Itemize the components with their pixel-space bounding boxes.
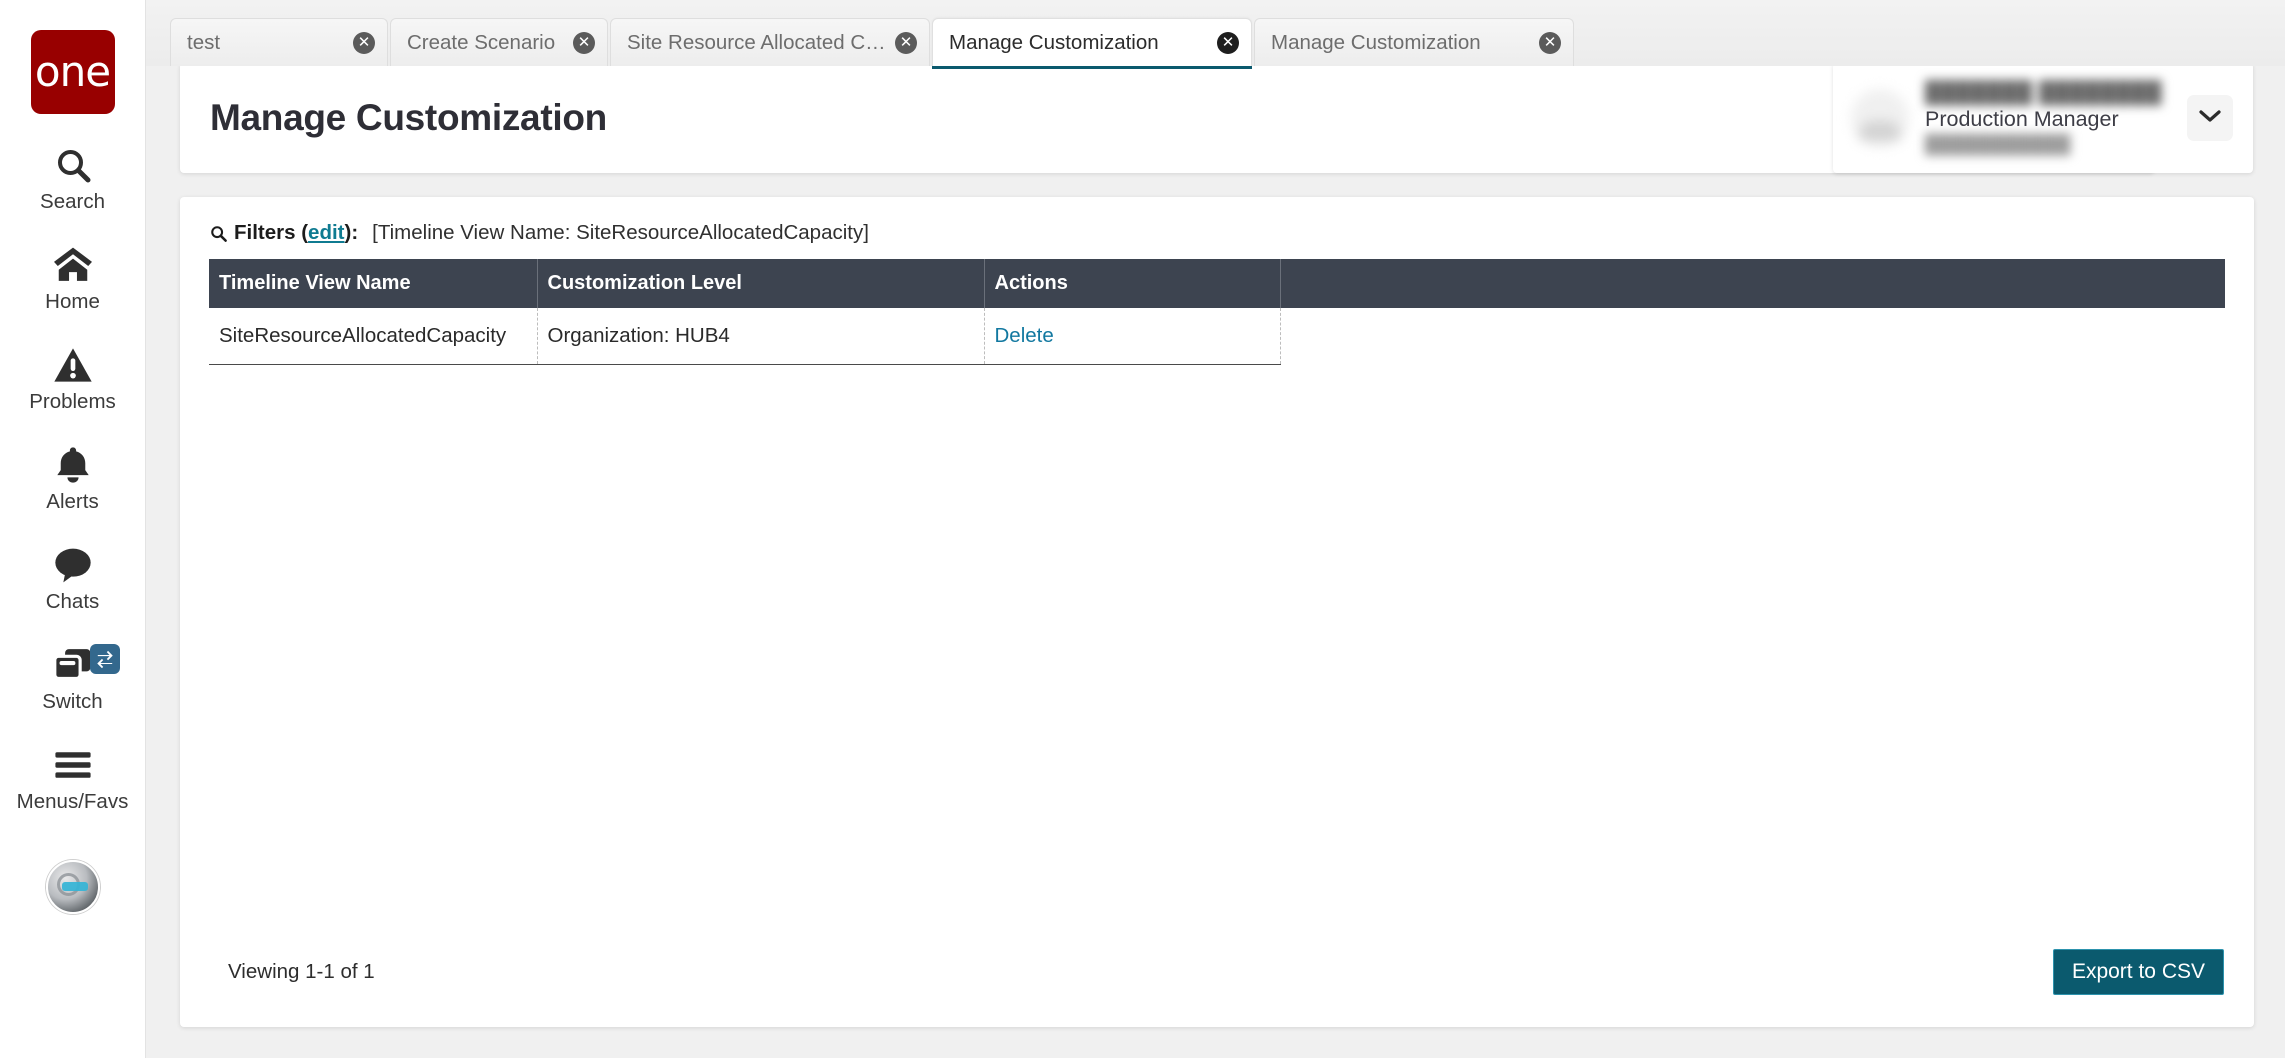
sidebar-item-label: Search — [40, 190, 105, 213]
tab-close-icon[interactable]: ✕ — [353, 31, 375, 54]
user-organization: ███████████ — [1925, 134, 2071, 154]
export-to-csv-button[interactable]: Export to CSV — [2052, 949, 2224, 995]
switch-toggle-badge[interactable] — [89, 644, 120, 674]
brand-logo[interactable]: one — [30, 30, 115, 114]
tab-site-resource-allocated-capacity[interactable]: Site Resource Allocated Capacity ✕ — [610, 18, 930, 66]
sidebar-item-search[interactable]: Search — [0, 144, 146, 214]
switch-windows-icon — [52, 644, 94, 686]
column-header-spacer — [1280, 259, 2225, 308]
page-title: Manage Customization — [210, 97, 607, 138]
chat-bubble-icon — [53, 544, 93, 586]
viewing-count: Viewing 1-1 of 1 — [228, 960, 375, 983]
tab-manage-customization[interactable]: Manage Customization ✕ — [1254, 18, 1574, 66]
tab-close-icon[interactable]: ✕ — [1217, 31, 1239, 54]
tab-close-icon[interactable]: ✕ — [895, 31, 917, 54]
search-icon — [209, 224, 228, 243]
sidebar-item-label: Alerts — [46, 490, 99, 513]
tab-create-scenario[interactable]: Create Scenario ✕ — [390, 18, 608, 66]
home-icon — [52, 244, 94, 286]
delete-link[interactable]: Delete — [995, 324, 1054, 347]
hamburger-icon — [53, 744, 93, 786]
user-role: Production Manager — [1925, 107, 2119, 131]
column-header-actions[interactable]: Actions — [984, 259, 1281, 308]
content-panel: Filters ( edit ): [Timeline View Name: S… — [180, 197, 2254, 1027]
tab-close-icon[interactable]: ✕ — [1539, 31, 1561, 54]
tab-bar: test ✕ Create Scenario ✕ Site Resource A… — [146, 0, 2285, 69]
sidebar: one Search Home Problems Alerts Chats Sw… — [0, 0, 146, 1058]
column-header-customization-level[interactable]: Customization Level — [537, 259, 985, 308]
bell-icon — [55, 444, 91, 486]
tab-test[interactable]: test ✕ — [170, 18, 388, 66]
customization-table: Timeline View Name Customization Level A… — [209, 259, 2225, 365]
table-row[interactable]: SiteResourceAllocatedCapacity Organizati… — [209, 308, 2225, 365]
filters-value: [Timeline View Name: SiteResourceAllocat… — [372, 221, 869, 244]
sidebar-item-problems[interactable]: Problems — [0, 344, 146, 414]
tab-manage-customization-active[interactable]: Manage Customization ✕ — [932, 18, 1252, 69]
user-menu-toggle[interactable] — [2187, 95, 2233, 141]
table-footer: Viewing 1-1 of 1 Export to CSV — [180, 917, 2254, 1027]
table-header-row: Timeline View Name Customization Level A… — [209, 259, 2225, 308]
chevron-down-icon — [2199, 109, 2221, 128]
column-header-timeline-view-name[interactable]: Timeline View Name — [209, 259, 538, 308]
cell-spacer — [1280, 308, 2225, 365]
tab-label: Manage Customization — [1271, 30, 1481, 54]
tab-label: Manage Customization — [949, 30, 1159, 54]
tab-label: Site Resource Allocated Capacity — [627, 30, 887, 54]
user-name: ███████ ████████ — [1925, 81, 2163, 104]
filters-label: Filters ( — [234, 221, 309, 244]
user-info: ███████ ████████ Production Manager ████… — [1925, 81, 2187, 155]
sidebar-item-label: Menus/Favs — [16, 790, 129, 813]
tab-label: Create Scenario — [407, 30, 556, 54]
assistant-avatar[interactable] — [45, 860, 100, 914]
search-icon — [53, 144, 93, 186]
warning-triangle-icon — [53, 344, 93, 386]
sidebar-item-switch[interactable]: Switch — [0, 644, 146, 714]
filters-label-close: ): — [344, 221, 359, 244]
cell-actions: Delete — [984, 308, 1281, 365]
tab-label: test — [187, 30, 221, 54]
sidebar-item-menus-favs[interactable]: Menus/Favs — [0, 744, 146, 814]
sidebar-item-label: Home — [45, 290, 100, 313]
cell-customization-level: Organization: HUB4 — [537, 308, 985, 365]
cell-timeline-view-name: SiteResourceAllocatedCapacity — [209, 308, 538, 365]
filters-bar: Filters ( edit ): [Timeline View Name: S… — [180, 197, 2254, 245]
sidebar-item-label: Problems — [29, 390, 116, 413]
sidebar-item-alerts[interactable]: Alerts — [0, 444, 146, 514]
sidebar-item-label: Chats — [45, 590, 100, 613]
avatar — [1851, 89, 1909, 147]
tab-close-icon[interactable]: ✕ — [573, 31, 595, 54]
filters-edit-link[interactable]: edit — [308, 221, 344, 245]
sidebar-item-chats[interactable]: Chats — [0, 544, 146, 614]
user-profile-panel[interactable]: ███████ ████████ Production Manager ████… — [1833, 63, 2253, 173]
sidebar-item-label: Switch — [42, 690, 103, 713]
sidebar-item-home[interactable]: Home — [0, 244, 146, 314]
brand-logo-text: one — [34, 47, 111, 96]
